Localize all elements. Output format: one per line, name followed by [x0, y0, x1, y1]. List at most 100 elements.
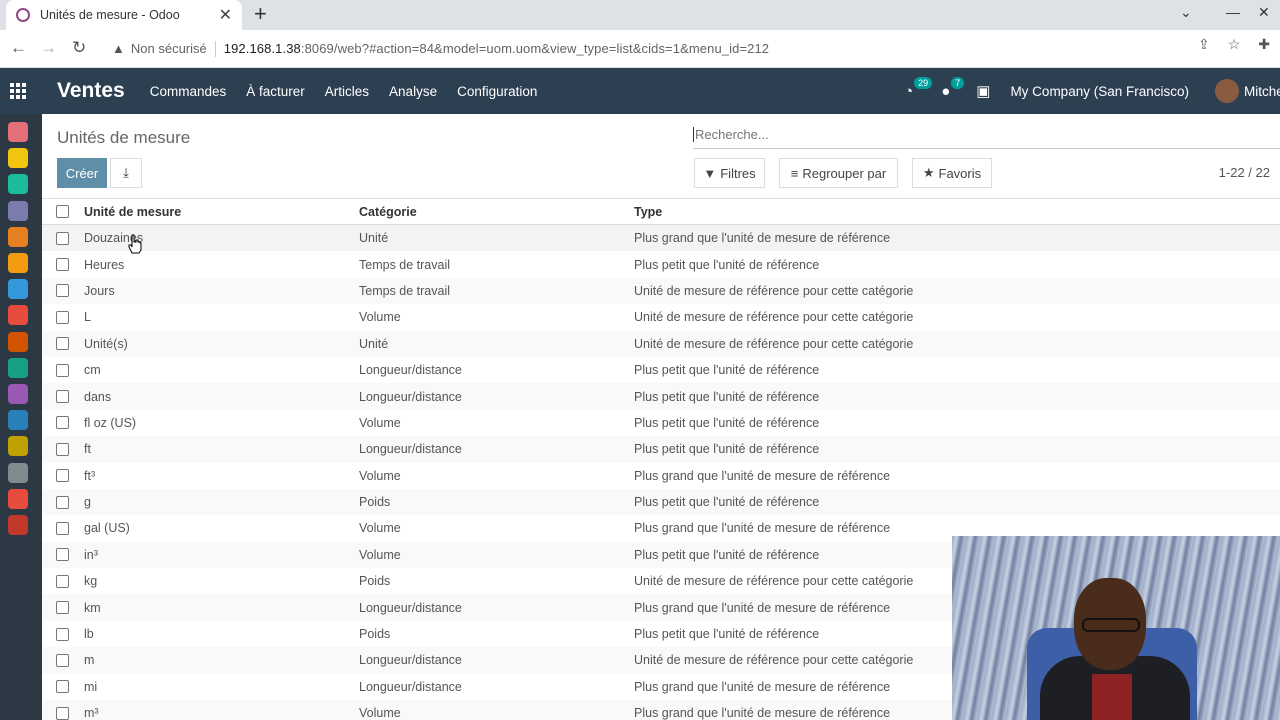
favorites-button[interactable]: ★ Favoris	[912, 158, 992, 188]
row-checkbox[interactable]	[56, 310, 69, 324]
row-checkbox[interactable]	[56, 495, 69, 509]
menu-analyse[interactable]: Analyse	[389, 84, 437, 99]
cell-category: Poids	[359, 495, 391, 510]
row-checkbox[interactable]	[56, 574, 69, 588]
minimize-icon[interactable]: —	[1226, 4, 1240, 20]
settings-icon[interactable]	[8, 462, 28, 483]
row-checkbox[interactable]	[56, 548, 69, 562]
row-checkbox[interactable]	[56, 442, 69, 456]
table-row[interactable]: ft³ Volume Plus grand que l'unité de mesur…	[42, 463, 1280, 489]
row-checkbox[interactable]	[56, 258, 69, 272]
row-checkbox[interactable]	[56, 627, 69, 641]
row-checkbox[interactable]	[56, 416, 69, 430]
browser-tab[interactable]: Unités de mesure - Odoo ✕	[6, 0, 242, 30]
documents-icon[interactable]	[8, 331, 28, 352]
column-header-uom[interactable]: Unité de mesure	[84, 205, 181, 219]
avatar[interactable]	[1215, 79, 1239, 103]
cell-uom: m³	[84, 706, 99, 720]
tab-search-icon[interactable]: ⌄	[1180, 4, 1192, 21]
row-checkbox[interactable]	[56, 231, 69, 245]
menu-commandes[interactable]: Commandes	[150, 84, 227, 99]
sales-icon[interactable]	[8, 226, 28, 247]
column-header-category[interactable]: Catégorie	[359, 205, 417, 219]
user-menu[interactable]: Mitche	[1244, 84, 1280, 99]
row-checkbox[interactable]	[56, 363, 69, 377]
cell-uom: cm	[84, 363, 101, 378]
inventory-icon[interactable]	[8, 305, 28, 326]
share-icon[interactable]: ⇪	[1198, 36, 1210, 53]
table-row[interactable]: Unité(s) Unité Unité de mesure de référenc…	[42, 330, 1280, 357]
expenses-icon[interactable]	[8, 436, 28, 457]
cell-category: Unité	[359, 336, 389, 351]
cell-category: Volume	[359, 521, 401, 536]
table-row[interactable]: Jours Temps de travail Unité de mesure de …	[42, 277, 1280, 305]
export-download-button[interactable]: ⤓	[110, 158, 142, 188]
row-checkbox[interactable]	[56, 653, 69, 667]
tools-icon[interactable]	[8, 515, 28, 535]
company-switcher[interactable]: My Company (San Francisco)	[1010, 84, 1189, 99]
star-icon: ★	[922, 165, 935, 180]
cell-uom: Heures	[84, 257, 125, 272]
back-icon[interactable]: ←	[10, 38, 27, 58]
bookmark-star-icon[interactable]: ☆	[1228, 36, 1241, 53]
contacts-icon[interactable]	[8, 174, 28, 195]
table-row[interactable]: Heures Temps de travail Plus petit que l'u…	[42, 251, 1280, 277]
row-checkbox[interactable]	[56, 337, 69, 351]
table-row[interactable]: cm Longueur/distance Plus petit que l'unit…	[42, 357, 1280, 383]
column-header-type[interactable]: Type	[634, 205, 662, 219]
browser-tab-bar: Unités de mesure - Odoo ✕ + ⌄ — ✕	[0, 0, 1280, 30]
close-tab-icon[interactable]: ✕	[219, 5, 232, 25]
row-checkbox[interactable]	[56, 521, 69, 535]
dashboard-icon[interactable]	[8, 488, 28, 509]
url-path: :8069/web?#action=84&model=uom.uom&view_…	[300, 41, 770, 56]
url-host: 192.168.1.38	[223, 41, 301, 56]
app-title[interactable]: Ventes	[57, 79, 125, 103]
address-bar[interactable]: ▲ Non sécurisé 192.168.1.38:8069/web?#ac…	[100, 34, 1245, 63]
activity-icon[interactable]: ◔ 29	[904, 76, 933, 100]
cell-type: Unité de mesure de référence pour cette …	[634, 336, 914, 351]
menu-configuration[interactable]: Configuration	[457, 84, 537, 99]
row-checkbox[interactable]	[56, 680, 69, 694]
row-checkbox[interactable]	[56, 706, 69, 720]
row-checkbox[interactable]	[56, 390, 69, 404]
search-input[interactable]	[693, 127, 1280, 142]
menu-articles[interactable]: Articles	[325, 84, 369, 99]
odoo-favicon-icon	[16, 8, 30, 22]
forward-icon[interactable]: →	[40, 38, 57, 58]
table-row[interactable]: ft Longueur/distance Plus petit que l'unit…	[42, 436, 1280, 463]
crm-icon[interactable]	[8, 200, 28, 221]
select-all-checkbox[interactable]	[56, 205, 69, 218]
table-row[interactable]: L Volume Unité de mesure de référence pour…	[42, 304, 1280, 330]
row-checkbox[interactable]	[56, 469, 69, 483]
create-button[interactable]: Créer	[57, 158, 107, 188]
new-tab-icon[interactable]: +	[254, 3, 267, 25]
table-row[interactable]: Douzaines Unité Plus grand que l'unité de …	[42, 225, 1280, 252]
cell-uom: g	[84, 495, 91, 510]
discuss-channel-icon[interactable]	[8, 357, 28, 378]
omnibox-actions: ⇪ ☆ ✚	[1198, 36, 1270, 53]
messages-icon[interactable]: ● 7	[941, 76, 965, 100]
website-icon[interactable]	[8, 253, 28, 273]
cell-category: Volume	[359, 415, 401, 430]
table-row[interactable]: g Poids Plus petit que l'unité de référenc…	[42, 488, 1280, 516]
reload-icon[interactable]: ↻	[72, 38, 86, 58]
cell-type: Unité de mesure de référence pour cette …	[634, 310, 914, 325]
filters-button[interactable]: ▼ Filtres	[694, 158, 765, 188]
table-row[interactable]: dans Longueur/distance Plus petit que l'un…	[42, 383, 1280, 410]
employees-icon[interactable]	[8, 410, 28, 431]
cell-uom: kg	[84, 574, 98, 589]
extensions-icon[interactable]: ✚	[1258, 36, 1270, 53]
app-menu-icon[interactable]	[0, 68, 36, 114]
gift-icon[interactable]: ▣	[976, 82, 990, 100]
row-checkbox[interactable]	[56, 284, 69, 298]
invoicing-icon[interactable]	[8, 279, 28, 300]
table-row[interactable]: fl oz (US) Volume Plus petit que l'unité d…	[42, 410, 1280, 436]
menu-a-facturer[interactable]: À facturer	[246, 84, 305, 99]
close-window-icon[interactable]: ✕	[1258, 4, 1270, 21]
calendar-icon[interactable]	[8, 148, 28, 169]
row-checkbox[interactable]	[56, 601, 69, 615]
pager-value[interactable]: 1-22 / 22	[1219, 165, 1270, 180]
group-by-button[interactable]: ≡ Regrouper par	[779, 158, 898, 188]
discuss-icon[interactable]	[8, 122, 28, 142]
apps-icon[interactable]	[8, 384, 28, 404]
